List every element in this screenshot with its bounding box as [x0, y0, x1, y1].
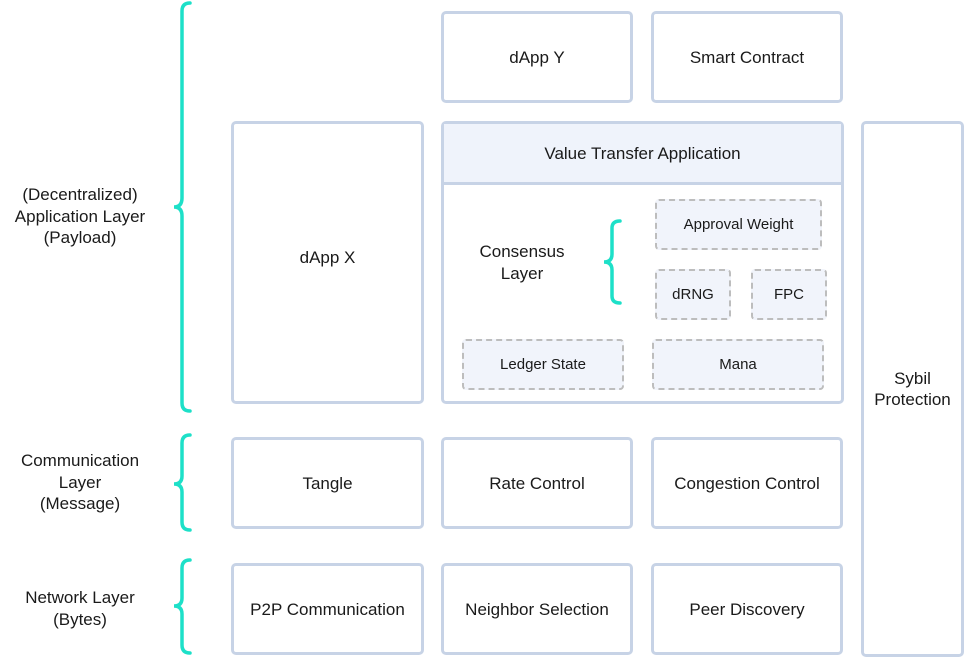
communication-layer-bracket: [173, 433, 192, 532]
drng-label: dRNG: [672, 286, 714, 303]
p2p-communication-box: P2P Communication: [231, 563, 424, 655]
dapp-x-label: dApp X: [299, 248, 356, 267]
tangle-label: Tangle: [302, 473, 353, 493]
mana-box: Mana: [652, 339, 824, 390]
network-layer-bracket: [173, 558, 192, 655]
value-transfer-application-label: Value Transfer Application: [544, 143, 741, 163]
sybil-protection-box: Sybil Protection: [861, 121, 964, 657]
mana-label: Mana: [719, 356, 757, 373]
network-layer-label: Network Layer (Bytes): [0, 587, 160, 630]
label-line: (Decentralized): [22, 185, 138, 204]
label-line: Network Layer: [25, 588, 135, 607]
congestion-control-box: Congestion Control: [651, 437, 843, 529]
congestion-control-label: Congestion Control: [674, 473, 820, 493]
value-transfer-application-header: Value Transfer Application: [444, 124, 841, 185]
peer-discovery-box: Peer Discovery: [651, 563, 843, 655]
communication-layer-label: Communication Layer (Message): [0, 450, 160, 515]
label-line: Layer: [58, 472, 102, 492]
consensus-layer-bracket: [603, 219, 622, 305]
label-line: Sybil: [894, 369, 931, 388]
label-line: Application Layer: [14, 206, 146, 226]
label-line: (Payload): [43, 228, 117, 247]
tangle-box: Tangle: [231, 437, 424, 529]
label-line: Protection: [874, 390, 951, 409]
dapp-y-box: dApp Y: [441, 11, 633, 103]
ledger-state-label: Ledger State: [500, 356, 586, 373]
label-line: Consensus: [479, 242, 565, 261]
neighbor-selection-box: Neighbor Selection: [441, 563, 633, 655]
peer-discovery-label: Peer Discovery: [689, 599, 805, 619]
neighbor-selection-label: Neighbor Selection: [465, 599, 609, 619]
smart-contract-label: Smart Contract: [689, 47, 805, 67]
dapp-y-label: dApp Y: [509, 47, 565, 67]
approval-weight-label: Approval Weight: [683, 216, 794, 233]
rate-control-box: Rate Control: [441, 437, 633, 529]
ledger-state-box: Ledger State: [462, 339, 624, 390]
rate-control-label: Rate Control: [489, 473, 585, 493]
label-line: Communication: [20, 451, 140, 470]
p2p-communication-label: P2P Communication: [250, 599, 405, 619]
fpc-box: FPC: [751, 269, 827, 320]
smart-contract-box: Smart Contract: [651, 11, 843, 103]
fpc-label: FPC: [774, 286, 804, 303]
drng-box: dRNG: [655, 269, 731, 320]
label-line: (Bytes): [53, 609, 107, 629]
approval-weight-box: Approval Weight: [655, 199, 822, 250]
label-line: Layer: [500, 263, 544, 283]
application-layer-bracket: [173, 1, 192, 413]
label-line: (Message): [39, 494, 121, 513]
application-layer-label: (Decentralized) Application Layer (Paylo…: [0, 184, 160, 249]
consensus-layer-label: Consensus Layer: [462, 241, 582, 284]
dapp-x-box: dApp X: [231, 121, 424, 404]
